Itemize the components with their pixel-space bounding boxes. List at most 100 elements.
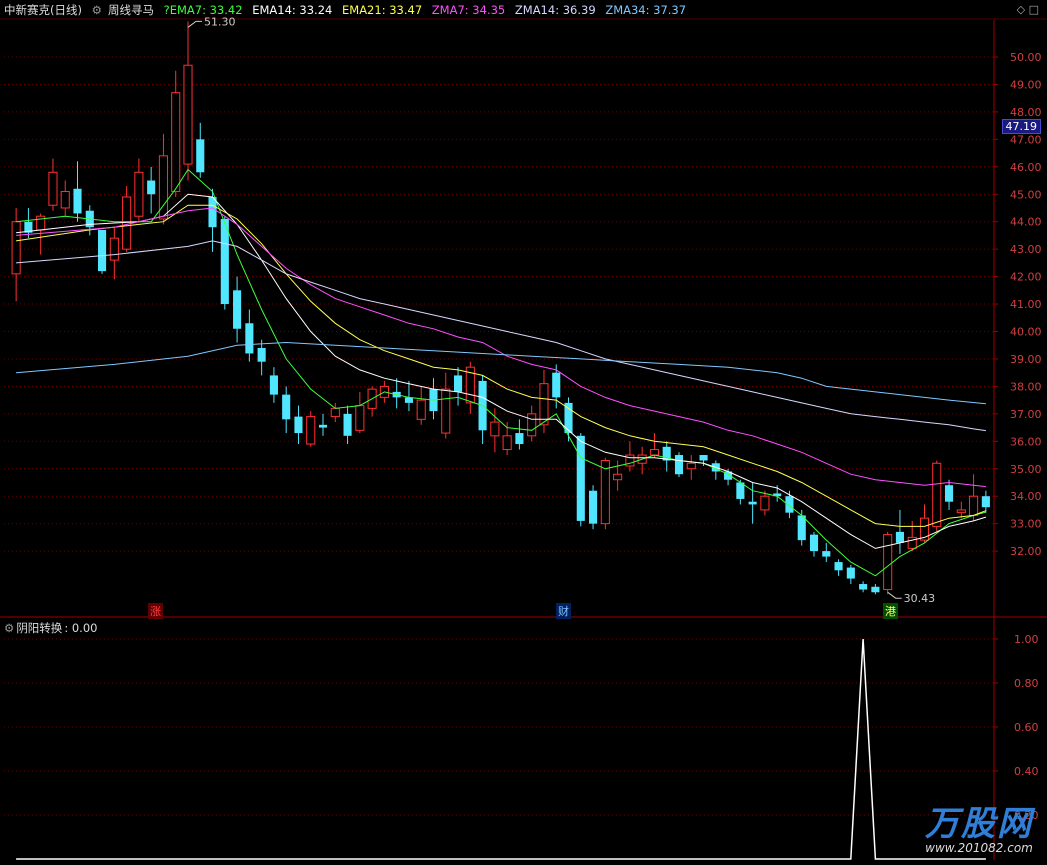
candle-body-down (785, 496, 794, 513)
candle-body-down (269, 375, 278, 395)
price-tick-label: 32.00 (1010, 545, 1042, 558)
main-grid (4, 56, 994, 552)
candle-body-down (98, 229, 107, 272)
candle-body-up (183, 64, 193, 165)
candle-body-up (330, 407, 340, 418)
candle-body-down (147, 180, 156, 195)
indicator-name[interactable]: 周线寻马 (108, 3, 154, 17)
chart-canvas[interactable]: 50.00 49.00 48.00 47.00 46.00 45.00 44.00 43.00… (0, 0, 1047, 865)
candle-body-down (552, 372, 561, 398)
watermark-brand: 万股网 (925, 804, 1033, 844)
sub-grid (4, 638, 994, 816)
sub-indicator-value: : 0.00 (64, 621, 98, 635)
candle-body-up (760, 495, 770, 511)
candle-body-down (748, 501, 757, 505)
marker-gang[interactable]: 港 (883, 603, 898, 619)
candle-body-down (846, 567, 855, 579)
candle-body-down (809, 534, 819, 552)
price-tick-label: 46.00 (1010, 161, 1042, 174)
candlesticks[interactable] (11, 21, 990, 595)
gear-icon[interactable]: ⚙ (92, 3, 102, 17)
watermark-logo: 万股网 www.201082.com (925, 796, 1033, 855)
ema21-legend: EMA21: 33.47 (342, 3, 423, 17)
price-tick-label: 35.00 (1010, 463, 1042, 476)
candle-body-up (919, 517, 930, 541)
candle-body-down (73, 188, 82, 214)
sub-tick-label: 0.60 (1014, 721, 1039, 734)
candle-body-up (134, 171, 144, 217)
candle-body-up (11, 221, 21, 275)
zma7-legend: ZMA7: 34.35 (431, 3, 506, 17)
period-label[interactable]: (日线) (50, 3, 82, 17)
sub-indicator-name[interactable]: 阴阳转换 (16, 621, 62, 635)
candle-body-up (109, 237, 119, 261)
candle-body-down (895, 531, 904, 543)
candle-body-up (613, 473, 623, 481)
price-tick-label: 34.00 (1010, 490, 1042, 503)
candle-body-up (600, 460, 610, 525)
candle-body-down (797, 515, 806, 541)
candle-body-up (122, 196, 132, 250)
price-tick-label: 40.00 (1010, 326, 1042, 339)
sub-axis: 1.000.800.600.400.20 (994, 633, 1039, 822)
candle-body-up (171, 92, 181, 193)
series-ema7 (16, 168, 987, 577)
candle-body-up (649, 449, 659, 456)
candle-body-up (441, 388, 451, 434)
ema7-legend: ?EMA7: 33.42 (163, 3, 243, 17)
candle-body-up (502, 435, 512, 451)
candle-body-up (686, 462, 696, 470)
candle-body-down (859, 584, 868, 590)
gear-icon[interactable]: ⚙ (4, 621, 14, 635)
low-pointer (887, 591, 902, 599)
series-ema21 (16, 204, 987, 527)
candle-body-down (208, 196, 217, 228)
chart-window: 50.00 49.00 48.00 47.00 46.00 45.00 44.00 43.00… (0, 0, 1047, 865)
candle-body-up (416, 399, 426, 420)
series-zma14 (16, 240, 986, 432)
watermark-url: www.201082.com (925, 841, 1033, 855)
sub-header: ⚙ 阴阳转换: 0.00 (4, 620, 97, 636)
candle-body-down (834, 562, 843, 571)
ema14-legend: EMA14: 33.24 (252, 3, 333, 17)
main-header: 中新赛克(日线) ⚙ 周线寻马 ?EMA7: 33.42 EMA14: 33.24… (4, 2, 692, 18)
price-tick-label: 37.00 (1010, 408, 1042, 421)
candle-body-down (564, 402, 573, 434)
marker-zhang[interactable]: 涨 (148, 603, 163, 619)
candle-body-down (282, 394, 291, 420)
price-tick-label: 45.00 (1010, 188, 1042, 201)
sub-tick-label: 0.40 (1014, 765, 1039, 778)
candle-body-up (306, 416, 316, 445)
price-tick-label: 49.00 (1010, 78, 1042, 91)
zma14-legend: ZMA14: 36.39 (514, 3, 596, 17)
high-pointer (187, 20, 202, 28)
window-controls[interactable]: ◇ □ (1017, 3, 1039, 16)
series-zma34 (16, 341, 986, 405)
candle-body-down (318, 424, 328, 428)
price-tick-label: 39.00 (1010, 353, 1042, 366)
candle-body-down (944, 485, 954, 502)
candle-body-down (589, 490, 598, 524)
candle-body-up (969, 495, 979, 516)
candle-body-down (343, 413, 352, 436)
price-tick-label: 50.00 (1010, 51, 1042, 64)
marker-cai[interactable]: 财 (556, 603, 571, 619)
low-label: 30.43 (904, 592, 936, 605)
sub-indicator-line (16, 638, 986, 860)
candle-body-up (956, 509, 966, 514)
candle-body-up (60, 191, 70, 209)
price-tick-label: 33.00 (1010, 518, 1042, 531)
candle-body-down (981, 496, 990, 508)
sub-tick-label: 0.80 (1014, 677, 1039, 690)
stock-name[interactable]: 中新赛克 (4, 3, 50, 17)
candle-body-down (674, 455, 684, 475)
candle-body-down (871, 586, 880, 593)
price-tick-label: 41.00 (1010, 298, 1042, 311)
candle-body-down (257, 347, 266, 362)
candle-body-up (490, 421, 500, 437)
price-tick-label: 44.00 (1010, 216, 1042, 229)
price-tick-label: 38.00 (1010, 380, 1042, 393)
moving-average-lines (16, 168, 987, 577)
candle-body-down (576, 435, 585, 521)
candle-body-up (527, 413, 537, 437)
